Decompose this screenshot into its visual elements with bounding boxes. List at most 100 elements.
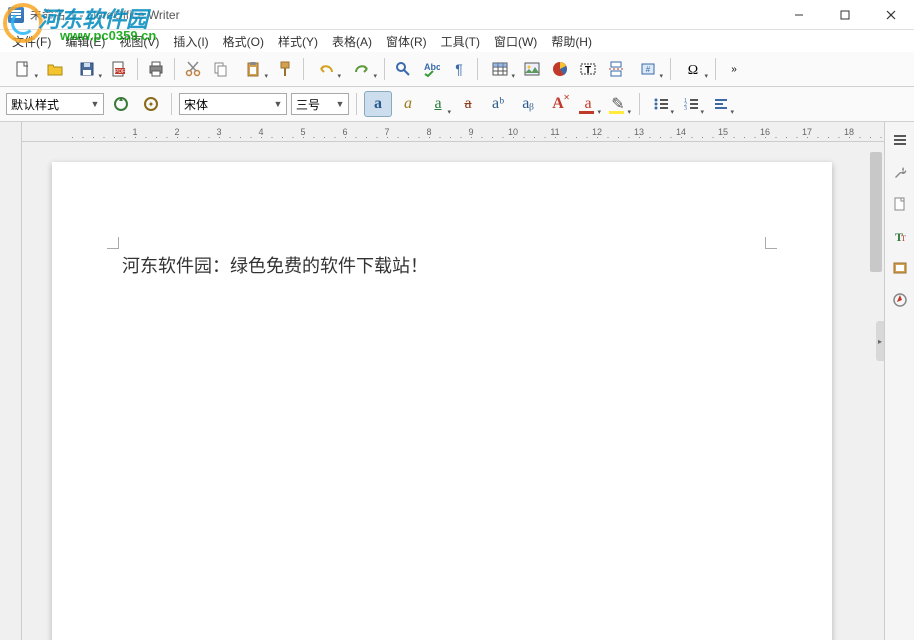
menu-insert[interactable]: 插入(I) [167,31,214,52]
document-body-text[interactable]: 河东软件园：绿色免费的软件下载站！ [122,252,762,278]
close-button[interactable] [868,0,914,30]
sidebar-wrench-button[interactable] [888,160,912,184]
chevron-down-icon[interactable]: ▼ [332,99,348,109]
paragraph-style-input[interactable] [7,94,87,114]
highlight-button[interactable]: ✎ [604,91,632,117]
menu-view[interactable]: 视图(V) [113,31,165,52]
ruler-tick: 16 [744,127,786,137]
clear-format-button[interactable]: A✕ [544,91,572,117]
font-size-input[interactable] [292,94,332,114]
insert-chart-button[interactable] [547,56,573,82]
menu-tools[interactable]: 工具(T) [435,31,486,52]
menu-form[interactable]: 窗体(R) [380,31,433,52]
scrollbar-thumb[interactable] [870,152,882,272]
menu-styles[interactable]: 样式(Y) [272,31,324,52]
margin-corner-icon [765,237,777,249]
minimize-button[interactable] [776,0,822,30]
ruler-tick: 10 [492,127,534,137]
page[interactable]: 河东软件园：绿色免费的软件下载站！ [52,162,832,640]
svg-text:Abc: Abc [424,62,440,72]
menu-table[interactable]: 表格(A) [326,31,378,52]
underline-button[interactable]: a [424,91,452,117]
ruler-tick: 2 [156,127,198,137]
maximize-button[interactable] [822,0,868,30]
update-style-button[interactable] [108,91,134,117]
sidebar-navigator-button[interactable] [888,288,912,312]
sidebar-text-style-button[interactable]: TT [888,224,912,248]
find-replace-button[interactable] [390,56,416,82]
print-button[interactable] [143,56,169,82]
ruler-tick: 9 [450,127,492,137]
ruler-tick: 1 [114,127,156,137]
toolbar-overflow[interactable]: » [721,56,747,82]
chevron-down-icon[interactable]: ▼ [270,99,286,109]
subscript-button[interactable]: aᵦ [514,91,542,117]
align-button[interactable] [707,91,735,117]
save-button[interactable] [70,56,104,82]
italic-button[interactable]: a [394,91,422,117]
sidebar-page-button[interactable] [888,192,912,216]
new-doc-button[interactable] [6,56,40,82]
export-pdf-button[interactable]: PDF [106,56,132,82]
font-color-button[interactable]: a [574,91,602,117]
formatting-marks-button[interactable]: ¶ [446,56,472,82]
insert-field-button[interactable]: # [631,56,665,82]
font-size-combo[interactable]: ▼ [291,93,349,115]
svg-text:✦: ✦ [148,100,155,109]
sidebar-menu-button[interactable] [888,128,912,152]
font-name-combo[interactable]: ▼ [179,93,287,115]
margin-corner-icon [107,237,119,249]
number-list-button[interactable]: 123 [677,91,705,117]
document-area[interactable]: 河东软件园：绿色免费的软件下载站！ [22,142,884,640]
superscript-button[interactable]: aᵇ [484,91,512,117]
workspace: 123456789101112131415161718 河东软件园：绿色免费的软… [0,122,914,640]
bullet-list-button[interactable] [647,91,675,117]
copy-button[interactable] [208,56,234,82]
cut-button[interactable] [180,56,206,82]
ruler-tick: 4 [240,127,282,137]
ruler-tick: 18 [828,127,870,137]
undo-button[interactable] [309,56,343,82]
standard-toolbar: PDF Abc ¶ T # Ω » [0,52,914,87]
font-name-input[interactable] [180,94,270,114]
chevron-down-icon[interactable]: ▼ [87,99,103,109]
bold-button[interactable]: a [364,91,392,117]
insert-textbox-button[interactable]: T [575,56,601,82]
insert-special-char-button[interactable]: Ω [676,56,710,82]
svg-text:Ω: Ω [688,63,698,78]
ruler-tick: 12 [576,127,618,137]
svg-text:T: T [585,65,591,76]
paragraph-style-combo[interactable]: ▼ [6,93,104,115]
ruler-tick: 13 [618,127,660,137]
svg-text:PDF: PDF [115,69,125,75]
vertical-ruler[interactable] [0,122,22,640]
ruler-tick: 3 [198,127,240,137]
sidebar-gallery-button[interactable] [888,256,912,280]
titlebar: 未命名 1 - LibreOffice Writer [0,0,914,30]
vertical-scrollbar[interactable] [868,142,884,640]
strike-button[interactable]: a [454,91,482,117]
ruler-tick: 7 [366,127,408,137]
svg-text:»: » [731,64,737,75]
menu-help[interactable]: 帮助(H) [545,31,598,52]
menu-format[interactable]: 格式(O) [217,31,270,52]
clone-format-button[interactable] [272,56,298,82]
window-title: 未命名 1 - LibreOffice Writer [30,6,180,23]
menu-edit[interactable]: 编辑(E) [59,31,111,52]
sidebar-collapse-handle[interactable] [876,321,884,361]
horizontal-ruler[interactable]: 123456789101112131415161718 [22,122,884,142]
insert-pagebreak-button[interactable] [603,56,629,82]
paste-button[interactable] [236,56,270,82]
redo-button[interactable] [345,56,379,82]
open-button[interactable] [42,56,68,82]
menu-window[interactable]: 窗口(W) [488,31,543,52]
app-icon [8,7,24,23]
ruler-tick: 11 [534,127,576,137]
new-style-button[interactable]: ✦ [138,91,164,117]
spellcheck-button[interactable]: Abc [418,56,444,82]
ruler-tick: 8 [408,127,450,137]
menubar: 文件(F) 编辑(E) 视图(V) 插入(I) 格式(O) 样式(Y) 表格(A… [0,30,914,52]
insert-table-button[interactable] [483,56,517,82]
insert-image-button[interactable] [519,56,545,82]
menu-file[interactable]: 文件(F) [6,31,57,52]
